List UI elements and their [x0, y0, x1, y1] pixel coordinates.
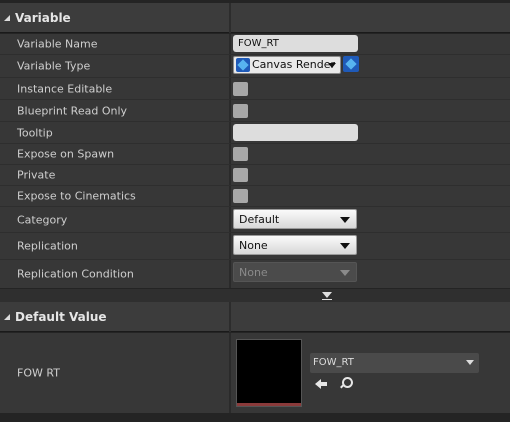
category-row: Category Default: [0, 207, 510, 232]
tooltip-row: Tooltip: [0, 122, 510, 143]
container-type-icon[interactable]: [343, 56, 359, 72]
blueprint-read-only-checkbox[interactable]: [233, 104, 248, 118]
chevron-down-icon: [340, 243, 350, 249]
instance-editable-checkbox[interactable]: [233, 82, 248, 96]
variable-category-title: Variable: [15, 11, 71, 25]
variable-name-input[interactable]: FOW_RT: [233, 35, 358, 52]
asset-picker-value: FOW_RT: [313, 357, 354, 368]
instance-editable-label: Instance Editable: [17, 82, 113, 95]
fow-rt-label: FOW RT: [17, 366, 60, 380]
private-checkbox[interactable]: [233, 168, 248, 182]
tooltip-input[interactable]: [233, 124, 358, 141]
variable-type-label: Variable Type: [17, 59, 91, 73]
category-label: Category: [17, 213, 68, 226]
arrow-left-icon[interactable]: [315, 377, 329, 391]
expose-to-cinematics-label: Expose to Cinematics: [17, 189, 136, 203]
private-row: Private: [0, 165, 510, 185]
details-panel: Variable Variable Name FOW_RT Variable T…: [0, 0, 510, 422]
blueprint-read-only-label: Blueprint Read Only: [17, 104, 128, 117]
expand-arrow-down-icon: [322, 292, 332, 298]
expose-on-spawn-checkbox[interactable]: [233, 147, 248, 161]
variable-name-label: Variable Name: [17, 37, 98, 51]
blueprint-read-only-row: Blueprint Read Only: [0, 100, 510, 121]
search-icon[interactable]: [339, 377, 353, 391]
fow-rt-row: FOW RT FOW_RT: [0, 333, 510, 413]
expose-to-cinematics-row: Expose to Cinematics: [0, 186, 510, 206]
private-label: Private: [17, 168, 56, 182]
chevron-down-icon: [340, 270, 350, 276]
tooltip-label: Tooltip: [17, 126, 53, 139]
replication-condition-label: Replication Condition: [17, 267, 134, 281]
column-splitter[interactable]: [229, 3, 231, 33]
expose-on-spawn-label: Expose on Spawn: [17, 147, 115, 161]
advanced-expander[interactable]: [0, 289, 510, 302]
expose-to-cinematics-checkbox[interactable]: [233, 189, 248, 203]
chevron-down-icon: [466, 360, 474, 365]
column-splitter[interactable]: [229, 302, 231, 332]
triangle-expanded-icon[interactable]: [4, 314, 10, 320]
struct-type-icon: [236, 58, 250, 72]
replication-condition-row: Replication Condition None: [0, 260, 510, 288]
replication-label: Replication: [17, 239, 78, 253]
category-combobox[interactable]: Default: [233, 209, 357, 229]
instance-editable-row: Instance Editable: [0, 78, 510, 99]
chevron-down-icon: [340, 217, 350, 223]
replication-condition-combobox: None: [233, 262, 357, 282]
default-value-category-header[interactable]: Default Value: [0, 302, 510, 332]
expose-on-spawn-row: Expose on Spawn: [0, 144, 510, 164]
variable-category-header[interactable]: Variable: [0, 3, 510, 33]
asset-picker-combobox[interactable]: FOW_RT: [310, 353, 479, 373]
default-value-category-title: Default Value: [15, 310, 107, 324]
variable-name-row: Variable Name FOW_RT: [0, 34, 510, 54]
asset-thumbnail[interactable]: [236, 339, 302, 407]
replication-condition-value: None: [239, 266, 268, 279]
variable-type-picker[interactable]: Canvas Render: [233, 56, 341, 74]
variable-type-row: Variable Type Canvas Render: [0, 55, 510, 77]
replication-value: None: [239, 239, 268, 252]
replication-row: Replication None: [0, 233, 510, 259]
category-value: Default: [239, 213, 280, 226]
replication-combobox[interactable]: None: [233, 235, 357, 255]
variable-type-value: Canvas Render: [252, 58, 336, 71]
chevron-down-icon: [328, 63, 336, 68]
triangle-expanded-icon[interactable]: [4, 15, 10, 21]
